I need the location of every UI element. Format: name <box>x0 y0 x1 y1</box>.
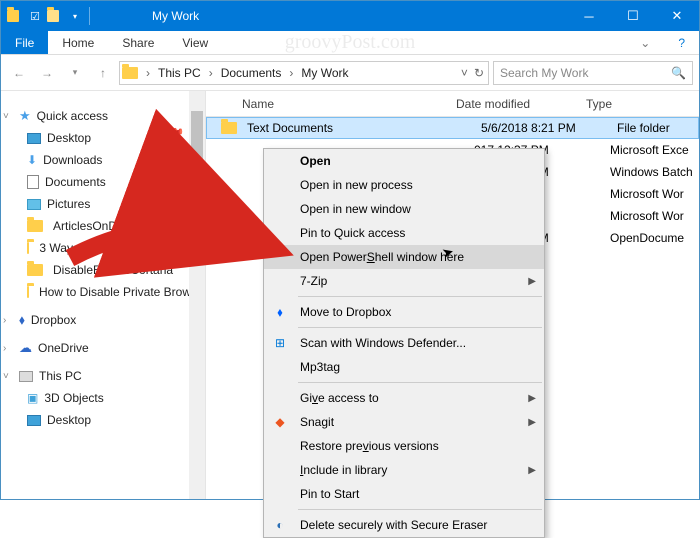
ctx-give-access[interactable]: Give access to▶ <box>264 386 544 410</box>
sidebar-item-folder[interactable]: ArticlesOnDB📌 <box>1 215 205 237</box>
submenu-arrow-icon: ▶ <box>528 417 536 428</box>
ctx-restore[interactable]: Restore previous versions <box>264 434 544 458</box>
titlebar[interactable]: ☑ ▾ My Work ─ ☐ ✕ <box>1 1 699 31</box>
ctx-open[interactable]: Open <box>264 149 544 173</box>
folder-icon <box>27 286 29 298</box>
separator <box>298 509 542 510</box>
star-icon: ★ <box>19 108 31 124</box>
sidebar-dropbox[interactable]: ›⬧Dropbox <box>1 309 205 331</box>
search-icon: 🔍 <box>671 66 686 80</box>
sidebar-item-folder[interactable]: 3 Ways to Disable Access to t <box>1 237 205 259</box>
download-icon: ⬇ <box>27 153 37 167</box>
scrollbar-thumb[interactable] <box>191 111 203 251</box>
folder-icon <box>7 8 23 24</box>
submenu-arrow-icon: ▶ <box>528 276 536 287</box>
separator <box>298 296 542 297</box>
sidebar-item-documents[interactable]: Documents📌 <box>1 171 205 193</box>
help-icon[interactable]: ? <box>664 31 699 54</box>
crumb-thispc[interactable]: This PC <box>154 62 205 84</box>
scrollbar[interactable] <box>189 91 205 499</box>
ctx-7zip[interactable]: 7-Zip▶ <box>264 269 544 293</box>
ctx-include-library[interactable]: Include in library▶ <box>264 458 544 482</box>
folder-icon <box>221 122 237 134</box>
chevron-right-icon[interactable]: › <box>207 66 215 80</box>
maximize-button[interactable]: ☐ <box>611 1 655 31</box>
refresh-icon[interactable]: ↻ <box>472 66 486 80</box>
sidebar-this-pc[interactable]: ˅This PC <box>1 365 205 387</box>
desktop-icon <box>27 133 41 144</box>
folder-icon <box>27 220 43 232</box>
col-name[interactable]: Name <box>206 97 456 111</box>
window-title: My Work <box>152 9 199 23</box>
ctx-snagit[interactable]: ◆Snagit▶ <box>264 410 544 434</box>
close-button[interactable]: ✕ <box>655 1 699 31</box>
shield-icon: ⊞ <box>272 335 288 351</box>
col-date[interactable]: Date modified <box>456 97 586 111</box>
ctx-defender[interactable]: ⊞Scan with Windows Defender... <box>264 331 544 355</box>
sidebar-item-desktop[interactable]: Desktop <box>1 409 205 431</box>
qat-properties-icon[interactable]: ☑ <box>27 8 43 24</box>
col-type[interactable]: Type <box>586 97 699 111</box>
desktop-icon <box>27 415 41 426</box>
document-icon <box>27 175 39 189</box>
sidebar-quick-access[interactable]: ˅★Quick access <box>1 105 205 127</box>
sidebar-item-downloads[interactable]: ⬇Downloads📌 <box>1 149 205 171</box>
sidebar-item-desktop[interactable]: Desktop📌 <box>1 127 205 149</box>
tab-view[interactable]: View <box>168 31 222 54</box>
picture-icon <box>27 199 41 210</box>
search-input[interactable]: Search My Work 🔍 <box>493 61 693 85</box>
tab-home[interactable]: Home <box>48 31 108 54</box>
ribbon-expand-icon[interactable]: ⌄ <box>626 31 664 54</box>
crumb-mywork[interactable]: My Work <box>297 62 352 84</box>
ctx-mp3tag[interactable]: Mp3tag <box>264 355 544 379</box>
eraser-icon: ◐ <box>272 517 288 533</box>
crumb-documents[interactable]: Documents <box>217 62 286 84</box>
sidebar-item-folder[interactable]: How to Disable Private Brows <box>1 281 205 303</box>
folder-icon <box>122 67 138 79</box>
forward-button[interactable]: → <box>35 61 59 85</box>
tab-file[interactable]: File <box>1 31 48 54</box>
back-button[interactable]: ← <box>7 61 31 85</box>
folder-icon <box>27 264 43 276</box>
column-headers[interactable]: Name Date modified Type <box>206 91 699 117</box>
snagit-icon: ◆ <box>272 414 288 430</box>
sidebar-item-pictures[interactable]: Pictures📌 <box>1 193 205 215</box>
history-dropdown-icon[interactable]: ˅ <box>459 66 470 80</box>
separator <box>298 327 542 328</box>
minimize-button[interactable]: ─ <box>567 1 611 31</box>
sidebar-onedrive[interactable]: ›☁OneDrive <box>1 337 205 359</box>
ribbon-tabs: File Home Share View ⌄ ? <box>1 31 699 55</box>
ctx-open-process[interactable]: Open in new process <box>264 173 544 197</box>
cloud-icon: ☁ <box>19 340 32 356</box>
submenu-arrow-icon: ▶ <box>528 465 536 476</box>
ctx-open-window[interactable]: Open in new window <box>264 197 544 221</box>
pc-icon <box>19 371 33 382</box>
chevron-right-icon[interactable]: › <box>287 66 295 80</box>
search-placeholder: Search My Work <box>500 66 588 80</box>
qat-newfolder-icon[interactable] <box>47 8 63 24</box>
sidebar-item-3dobjects[interactable]: ▣3D Objects <box>1 387 205 409</box>
up-button[interactable]: ↑ <box>91 61 115 85</box>
cube-icon: ▣ <box>27 391 38 405</box>
qat-dropdown-icon[interactable]: ▾ <box>67 8 83 24</box>
address-bar[interactable]: › This PC › Documents › My Work ˅ ↻ <box>119 61 489 85</box>
context-menu: Open Open in new process Open in new win… <box>263 148 545 538</box>
chevron-right-icon[interactable]: › <box>144 66 152 80</box>
ctx-secure-eraser[interactable]: ◐Delete securely with Secure Eraser <box>264 513 544 537</box>
folder-icon <box>27 242 29 254</box>
recent-dropdown-icon[interactable]: ▾ <box>63 61 87 85</box>
ctx-powershell[interactable]: Open PowerShell window here <box>264 245 544 269</box>
tab-share[interactable]: Share <box>108 31 168 54</box>
nav-row: ← → ▾ ↑ › This PC › Documents › My Work … <box>1 55 699 91</box>
file-row[interactable]: Text Documents 5/6/2018 8:21 PM File fol… <box>206 117 699 139</box>
dropbox-icon: ⬧ <box>272 304 288 320</box>
ctx-pin-start[interactable]: Pin to Start <box>264 482 544 506</box>
ctx-dropbox[interactable]: ⬧Move to Dropbox <box>264 300 544 324</box>
sidebar-item-folder[interactable]: DisableEnableCortana <box>1 259 205 281</box>
separator <box>298 382 542 383</box>
dropbox-icon: ⬧ <box>19 312 25 328</box>
ctx-pin-quick[interactable]: Pin to Quick access <box>264 221 544 245</box>
nav-pane[interactable]: ˅★Quick access Desktop📌 ⬇Downloads📌 Docu… <box>1 91 206 499</box>
submenu-arrow-icon: ▶ <box>528 393 536 404</box>
